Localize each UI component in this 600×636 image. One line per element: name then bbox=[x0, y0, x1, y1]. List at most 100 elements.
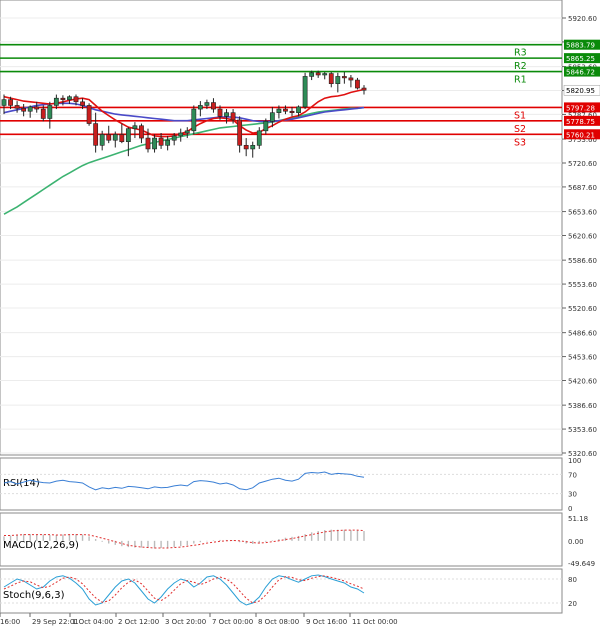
candle-body bbox=[289, 110, 295, 113]
level-label-r1: R1 bbox=[514, 75, 527, 86]
candle-body bbox=[27, 106, 33, 112]
level-label-s3: S3 bbox=[514, 137, 526, 148]
level-price-tag-text: 5865.25 bbox=[566, 55, 595, 63]
price-tick-label: 5720.60 bbox=[568, 160, 597, 168]
rsi-tick-label: 100 bbox=[568, 457, 581, 465]
level-price-tag-text: 5760.21 bbox=[566, 131, 595, 139]
candle-body bbox=[119, 134, 125, 142]
candle-body bbox=[93, 123, 99, 146]
candle-body bbox=[269, 112, 275, 122]
candle-body bbox=[296, 106, 301, 113]
time-tick-label: 16:00 bbox=[0, 618, 20, 626]
candle-body bbox=[80, 101, 85, 106]
candle-body bbox=[8, 99, 13, 106]
level-price-tag-text: 5797.28 bbox=[566, 104, 595, 112]
rsi-label: RSI(14) bbox=[3, 478, 40, 489]
price-tick-label: 5620.60 bbox=[568, 233, 597, 241]
price-tick-label: 5653.60 bbox=[568, 209, 597, 217]
candle-body bbox=[171, 135, 177, 141]
candle-body bbox=[21, 108, 27, 112]
candle-body bbox=[237, 119, 243, 146]
rsi-tick-label: 0 bbox=[568, 505, 572, 513]
candle-body bbox=[152, 137, 157, 150]
price-tick-label: 5687.60 bbox=[568, 184, 597, 192]
stoch-tick-label: 80 bbox=[568, 576, 577, 584]
candle-body bbox=[341, 76, 347, 79]
candle-body bbox=[191, 108, 197, 132]
candle-body bbox=[86, 105, 92, 124]
price-axis: 5920.605887.605853.605820.605787.605753.… bbox=[562, 15, 597, 458]
price-tick-label: 5553.60 bbox=[568, 281, 597, 289]
candle-body bbox=[99, 134, 105, 146]
candle-body bbox=[243, 145, 249, 150]
current-price-text: 5820.95 bbox=[566, 87, 595, 95]
candle-body bbox=[1, 99, 7, 106]
candle-body bbox=[47, 105, 53, 119]
candle-body bbox=[178, 132, 184, 137]
candle-body bbox=[165, 139, 171, 146]
rsi-tick-label: 30 bbox=[568, 491, 577, 499]
candle-body bbox=[14, 105, 20, 109]
candle-body bbox=[106, 134, 112, 141]
level-price-tag-text: 5846.72 bbox=[566, 69, 595, 77]
level-price-tag-text: 5883.79 bbox=[566, 42, 595, 50]
candle-body bbox=[67, 96, 72, 100]
level-label-r3: R3 bbox=[514, 48, 527, 59]
candle-body bbox=[256, 130, 262, 146]
time-tick-label: 8 Oct 08:00 bbox=[258, 618, 299, 626]
level-label-s2: S2 bbox=[514, 124, 526, 135]
candle-body bbox=[204, 102, 210, 106]
candle-body bbox=[328, 73, 334, 84]
candle-body bbox=[112, 134, 118, 141]
candle-body bbox=[60, 97, 66, 100]
current-price-marker: 5820.95 bbox=[563, 84, 600, 96]
price-tick-label: 5386.60 bbox=[568, 402, 597, 410]
stoch-label: Stoch(9,6,3) bbox=[3, 590, 65, 601]
main-pane[interactable] bbox=[0, 0, 563, 456]
candle-body bbox=[40, 108, 46, 119]
price-tick-label: 5453.60 bbox=[568, 354, 597, 362]
candle-body bbox=[139, 125, 144, 139]
candle-body bbox=[34, 106, 40, 110]
price-tick-label: 5353.60 bbox=[568, 426, 597, 434]
candle-body bbox=[302, 76, 308, 108]
stoch-tick-label: 20 bbox=[568, 600, 577, 608]
time-tick-label: 7 Oct 00:00 bbox=[212, 618, 253, 626]
level-label-r2: R2 bbox=[514, 61, 527, 72]
candle-body bbox=[276, 108, 282, 113]
candle-body bbox=[309, 72, 315, 77]
macd-tick-label: 51.18 bbox=[568, 515, 588, 523]
candle-body bbox=[197, 105, 203, 110]
candle-body bbox=[315, 72, 321, 76]
candle-body bbox=[211, 102, 216, 110]
trading-chart: R3 R2 R1 S1 S2 S3 5920.605887.605853.605820.6… bbox=[0, 0, 600, 626]
time-tick-label: 11 Oct 00:00 bbox=[352, 618, 398, 626]
price-tick-label: 5420.60 bbox=[568, 378, 597, 386]
candle-body bbox=[283, 108, 288, 112]
macd-pane[interactable] bbox=[0, 512, 563, 567]
candle-body bbox=[184, 130, 190, 134]
candle-body bbox=[361, 87, 367, 91]
candle-body bbox=[224, 112, 229, 117]
price-tick-label: 5520.60 bbox=[568, 305, 597, 313]
candle-body bbox=[355, 79, 360, 89]
macd-tick-label: 0.00 bbox=[568, 538, 584, 546]
time-tick-label: 1 Oct 04:00 bbox=[72, 618, 113, 626]
level-price-tag-text: 5778.75 bbox=[566, 118, 595, 126]
candle-body bbox=[145, 137, 151, 150]
level-label-s1: S1 bbox=[514, 110, 526, 121]
macd-tick-label: -49.649 bbox=[568, 560, 595, 568]
macd-label: MACD(12,26,9) bbox=[3, 540, 79, 551]
candle-body bbox=[125, 128, 131, 142]
candle-body bbox=[53, 97, 59, 106]
price-tick-label: 5486.60 bbox=[568, 330, 597, 338]
price-tick-label: 5920.60 bbox=[568, 15, 597, 23]
candle-body bbox=[322, 73, 328, 76]
candle-body bbox=[348, 77, 354, 81]
price-tick-label: 5586.60 bbox=[568, 257, 597, 265]
candle-body bbox=[132, 125, 138, 129]
time-tick-label: 9 Oct 16:00 bbox=[306, 618, 347, 626]
candle-body bbox=[230, 112, 236, 121]
chart-window: R3 R2 R1 S1 S2 S3 5920.605887.605853.605820.6… bbox=[0, 0, 600, 632]
time-tick-label: 3 Oct 20:00 bbox=[165, 618, 206, 626]
